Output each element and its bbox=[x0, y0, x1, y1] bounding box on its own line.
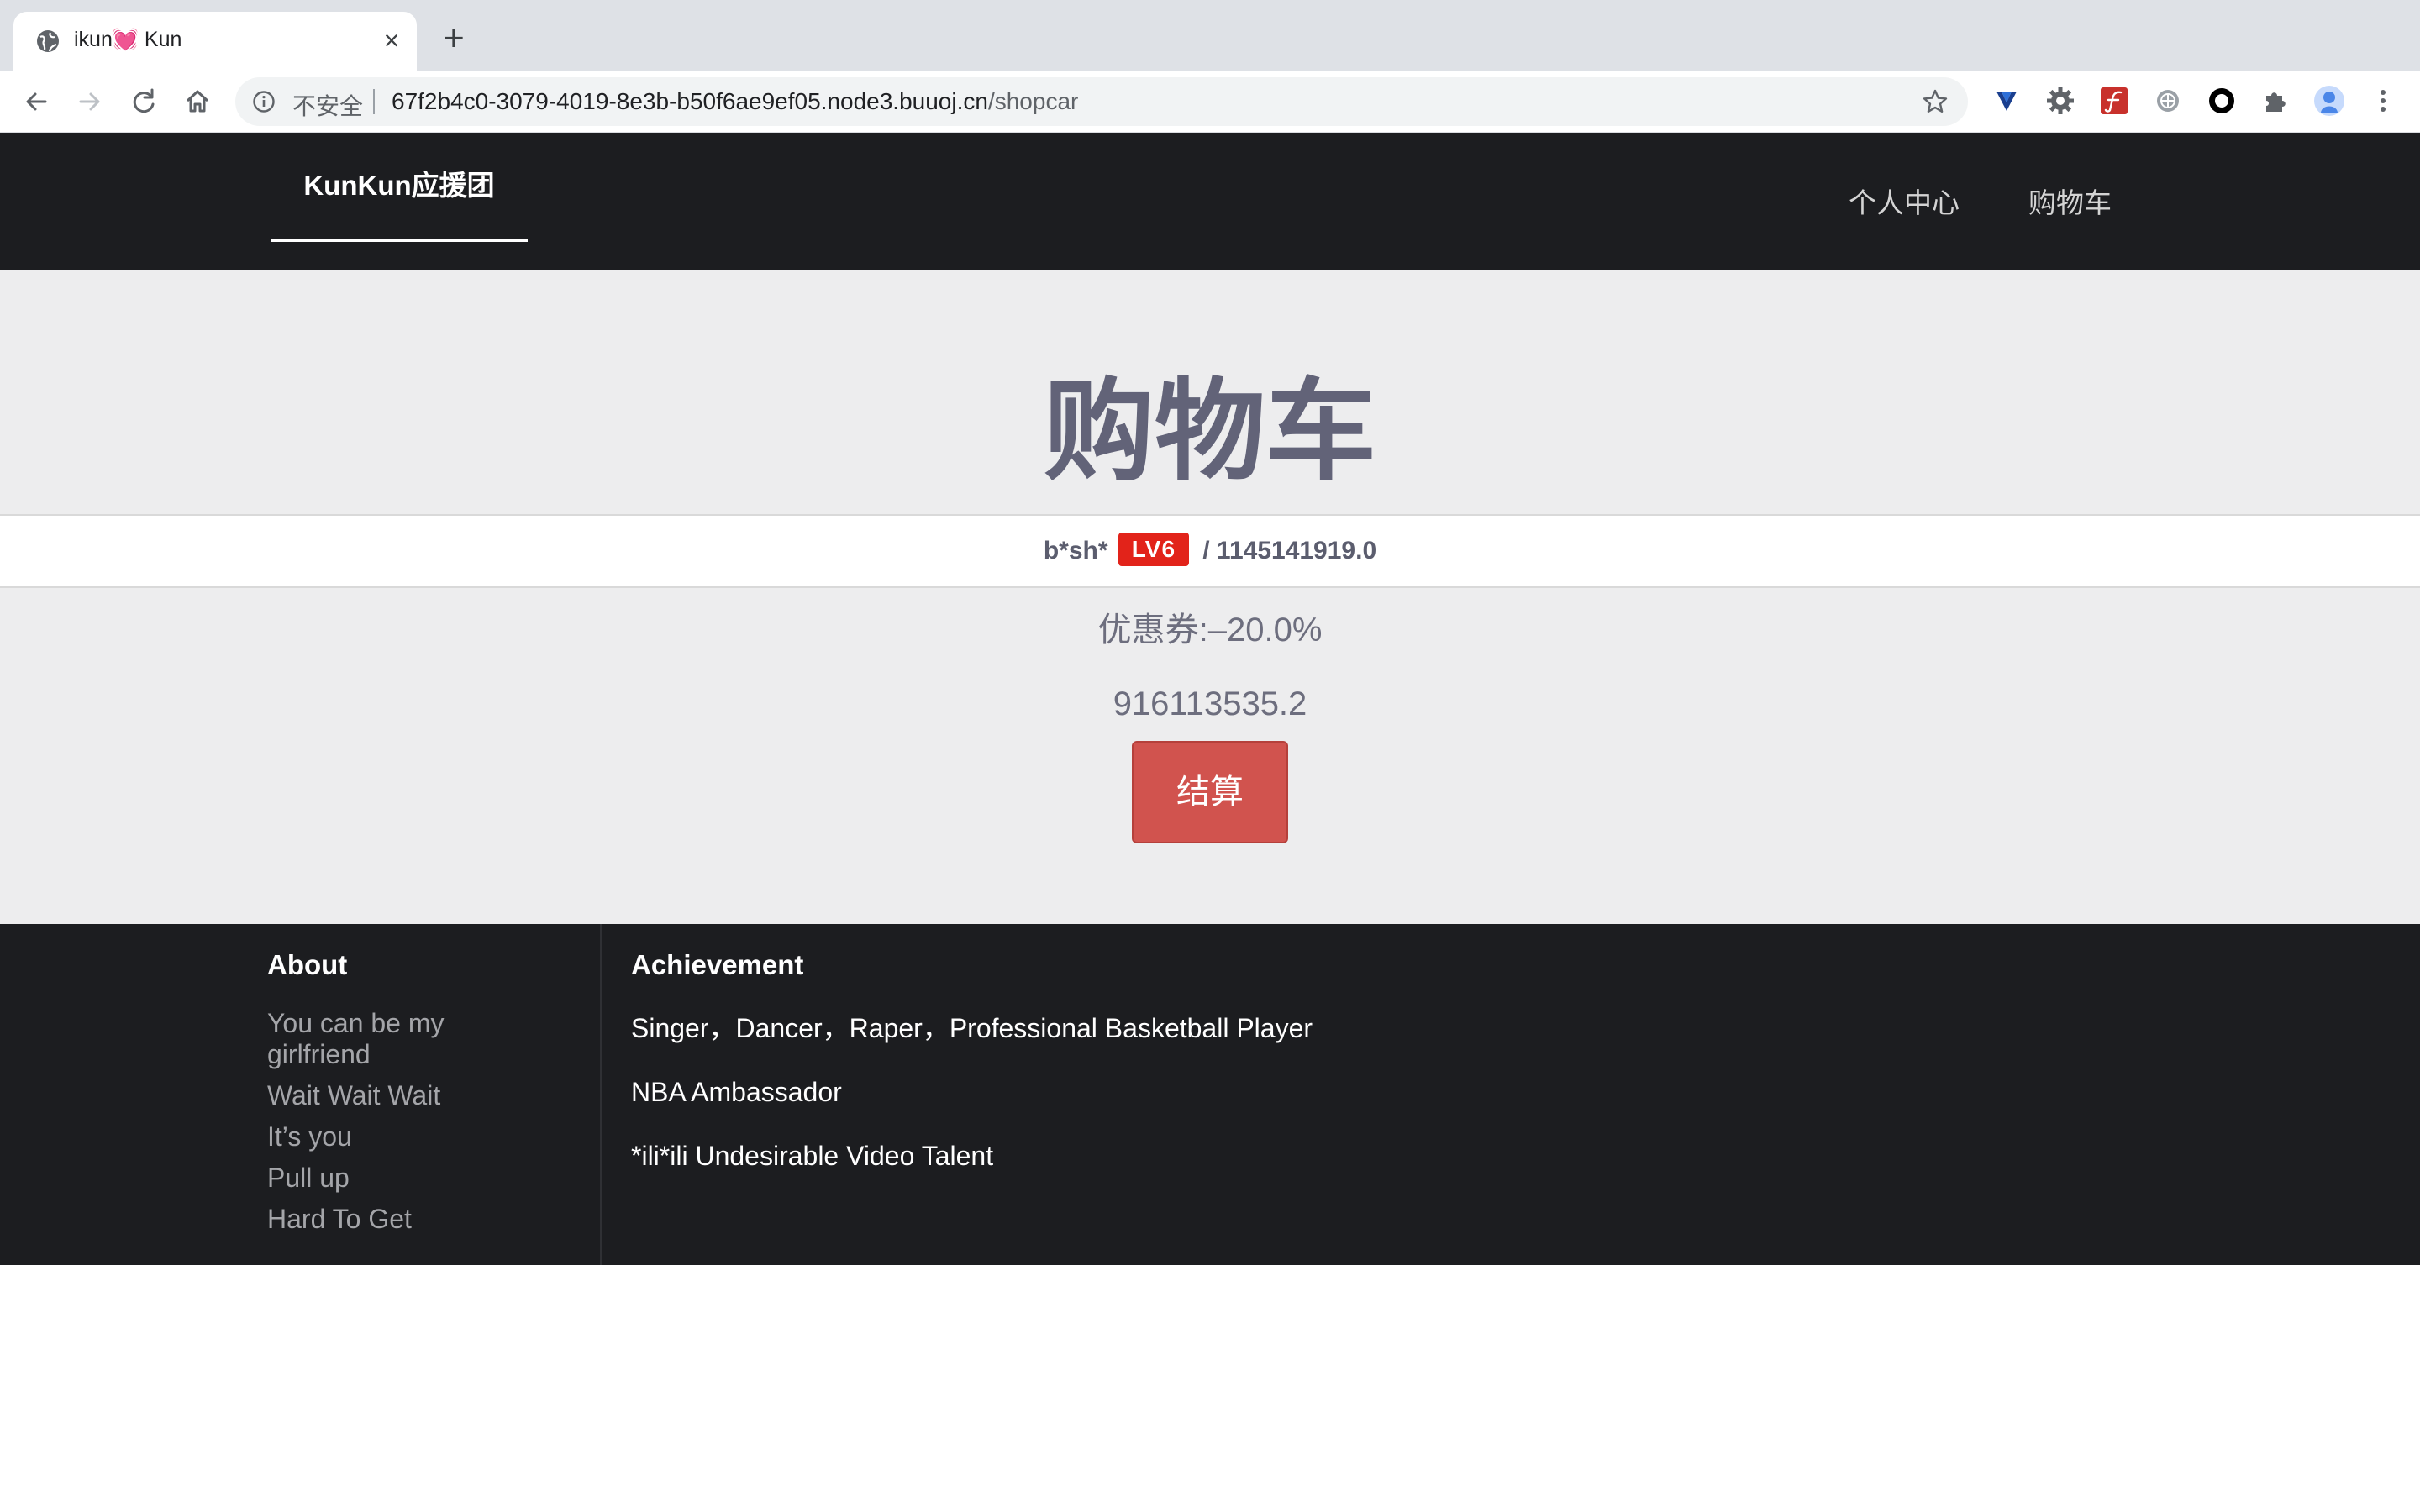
username: b*sh* bbox=[1043, 537, 1108, 564]
extension-v-icon[interactable] bbox=[1990, 84, 2023, 118]
about-item[interactable]: Hard To Get bbox=[267, 1204, 544, 1235]
home-icon[interactable] bbox=[178, 82, 217, 121]
more-icon[interactable] bbox=[2366, 84, 2400, 118]
about-item[interactable]: Wait Wait Wait bbox=[267, 1080, 544, 1111]
extension-f-icon[interactable] bbox=[2097, 84, 2131, 118]
extension-grey-icon[interactable] bbox=[2151, 84, 2185, 118]
footer-achievement-list: Singer，Dancer，Raper，Professional Basketb… bbox=[631, 1011, 2228, 1203]
brand-active-underline bbox=[271, 239, 528, 242]
forward-icon[interactable] bbox=[71, 82, 109, 121]
back-icon[interactable] bbox=[17, 82, 55, 121]
close-icon[interactable]: × bbox=[376, 25, 407, 55]
nav-link-profile[interactable]: 个人中心 bbox=[1849, 133, 1960, 270]
footer-achievement-title: Achievement bbox=[631, 949, 804, 980]
footer-about-title: About bbox=[267, 949, 348, 980]
checkout-button[interactable]: 结算 bbox=[1132, 741, 1288, 843]
insecure-label: 不安全 bbox=[292, 93, 364, 119]
balance-value: 1145141919.0 bbox=[1216, 537, 1377, 564]
info-icon[interactable] bbox=[252, 90, 276, 113]
site-navbar: KunKun应援团 个人中心 购物车 bbox=[0, 133, 2420, 270]
reload-icon[interactable] bbox=[124, 82, 163, 121]
achievement-item: Singer，Dancer，Raper，Professional Basketb… bbox=[631, 1013, 1313, 1043]
cart-section: 购物车 b*sh* LV6 / 1145141919.0 优惠券:–20.0% … bbox=[0, 270, 2420, 924]
address-bar[interactable]: 不安全 67f2b4c0-3079-4019-8e3b-b50f6ae9ef05… bbox=[235, 77, 1968, 126]
browser-tab-strip: ikun💓 Kun × + bbox=[0, 0, 2420, 71]
puzzle-icon[interactable] bbox=[2259, 84, 2292, 118]
tab-title: ikun💓 Kun bbox=[74, 28, 182, 51]
site-footer: About You can be my girlfriend Wait Wait… bbox=[0, 924, 2420, 1265]
url-text: 67f2b4c0-3079-4019-8e3b-b50f6ae9ef05.nod… bbox=[392, 88, 1078, 115]
brand-link[interactable]: KunKun应援团 bbox=[271, 133, 528, 242]
about-item[interactable]: It’s you bbox=[267, 1121, 544, 1152]
profile-avatar-icon[interactable] bbox=[2312, 84, 2346, 118]
footer-about-list: You can be my girlfriend Wait Wait Wait … bbox=[267, 1008, 544, 1245]
omnibox-separator bbox=[373, 89, 375, 114]
achievement-item: NBA Ambassador bbox=[631, 1077, 842, 1107]
level-badge: LV6 bbox=[1118, 533, 1189, 567]
coupon-text: 优惠券:–20.0% bbox=[1097, 612, 1323, 648]
balance-separator: / bbox=[1202, 537, 1210, 564]
extension-ring-icon[interactable] bbox=[2205, 84, 2238, 118]
about-item[interactable]: You can be my girlfriend bbox=[267, 1008, 544, 1070]
globe-icon bbox=[35, 29, 60, 54]
about-item[interactable]: Pull up bbox=[267, 1163, 544, 1194]
page-title: 购物车 bbox=[1044, 370, 1376, 493]
footer-divider bbox=[600, 924, 602, 1265]
url-host: 67f2b4c0-3079-4019-8e3b-b50f6ae9ef05.nod… bbox=[392, 88, 988, 114]
gear-icon[interactable] bbox=[2044, 84, 2077, 118]
plus-icon[interactable]: + bbox=[435, 20, 472, 59]
achievement-item: *ili*ili Undesirable Video Talent bbox=[631, 1141, 994, 1171]
url-path: /shopcar bbox=[987, 88, 1079, 114]
total-price: 916113535.2 bbox=[1113, 685, 1307, 722]
cart-user-row: b*sh* LV6 / 1145141919.0 bbox=[0, 514, 2420, 588]
star-icon[interactable] bbox=[1921, 87, 1949, 116]
browser-tab[interactable]: ikun💓 Kun × bbox=[13, 12, 417, 71]
nav-link-shopcar[interactable]: 购物车 bbox=[2028, 133, 2112, 270]
